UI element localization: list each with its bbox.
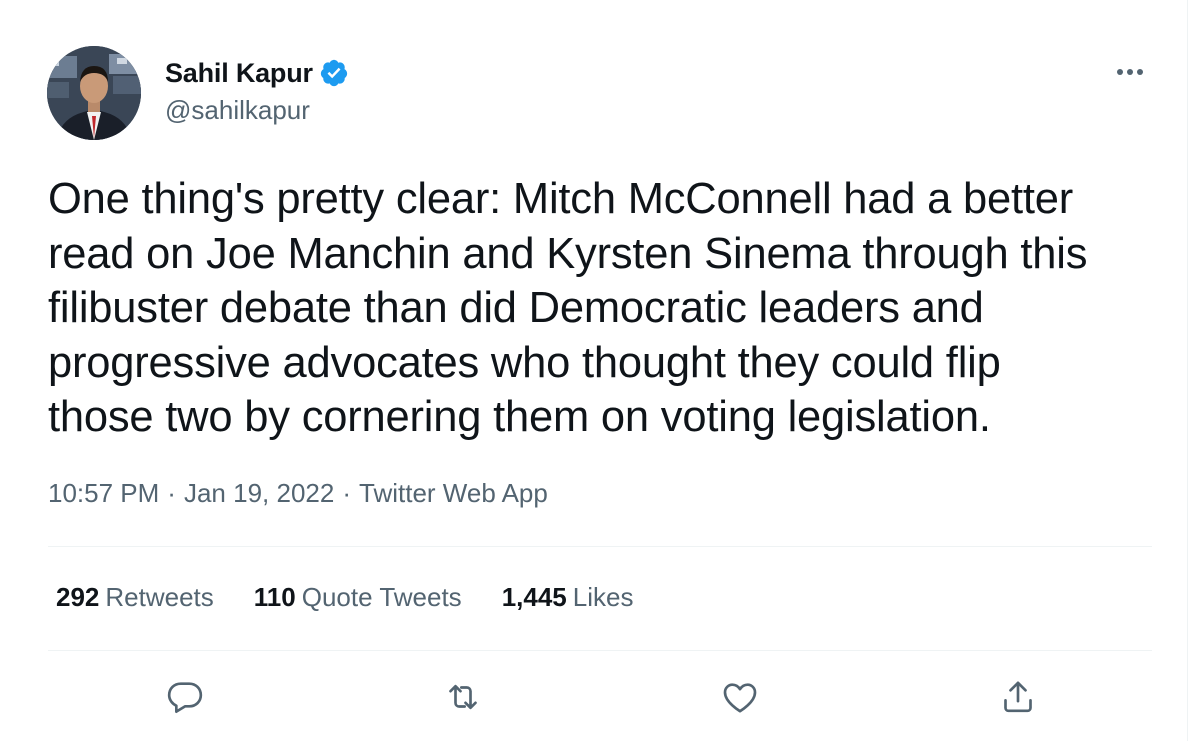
reply-button[interactable] [163,675,207,719]
reply-icon [167,682,203,713]
retweets-label: Retweets [105,582,214,612]
tweet-text: One thing's pretty clear: Mitch McConnel… [48,172,1158,445]
more-options-icon[interactable] [1110,60,1150,84]
retweet-button[interactable] [441,675,485,719]
tweet-date[interactable]: Jan 19, 2022 [184,478,334,509]
tweet-text-line: One thing's pretty clear: Mitch McConnel… [48,175,1074,223]
divider [48,546,1152,547]
like-icon [723,683,757,713]
author-name-row: Sahil Kapur [165,55,349,91]
quote-tweets-count: 110 [253,582,296,612]
action-bar [0,675,1200,723]
likes-count: 1,445 [501,582,567,612]
share-icon [1004,681,1032,713]
tweet-text-line: read on Joe Manchin and Kyrsten Sinema t… [48,229,1088,278]
tweet-source[interactable]: Twitter Web App [359,478,548,509]
avatar[interactable] [47,46,141,140]
tweet-time[interactable]: 10:57 PM [48,478,159,509]
likes-label: Likes [572,582,634,612]
tweet-text-line: those two by cornering them on voting le… [48,393,991,441]
like-button[interactable] [718,675,762,719]
verified-badge-icon [320,59,347,87]
meta-separator: · [167,478,176,508]
quote-tweets-label: Quote Tweets [301,582,462,612]
retweets-count: 292 [56,582,100,612]
handle[interactable]: @sahilkapur [165,95,310,126]
retweets-stat[interactable]: 292 Retweets [56,582,214,613]
retweet-icon [449,684,477,710]
tweet-text-line: progressive advocates who thought they c… [48,338,1001,387]
tweet-text-line: filibuster debate than did Democratic le… [48,284,984,332]
divider [48,650,1152,651]
meta-separator: · [342,478,351,508]
tweet-card: Sahil Kapur @sahilkapur One thing's pret… [0,0,1200,741]
likes-stat[interactable]: 1,445 Likes [502,582,634,613]
display-name[interactable]: Sahil Kapur [165,58,313,89]
card-border [1187,0,1188,741]
tweet-stats: 292 Retweets 110 Quote Tweets 1,445 Likes [56,582,673,613]
share-button[interactable] [996,675,1040,719]
quote-tweets-stat[interactable]: 110 Quote Tweets [254,582,462,613]
tweet-meta: 10:57 PM · Jan 19, 2022 · Twitter Web Ap… [48,478,548,509]
